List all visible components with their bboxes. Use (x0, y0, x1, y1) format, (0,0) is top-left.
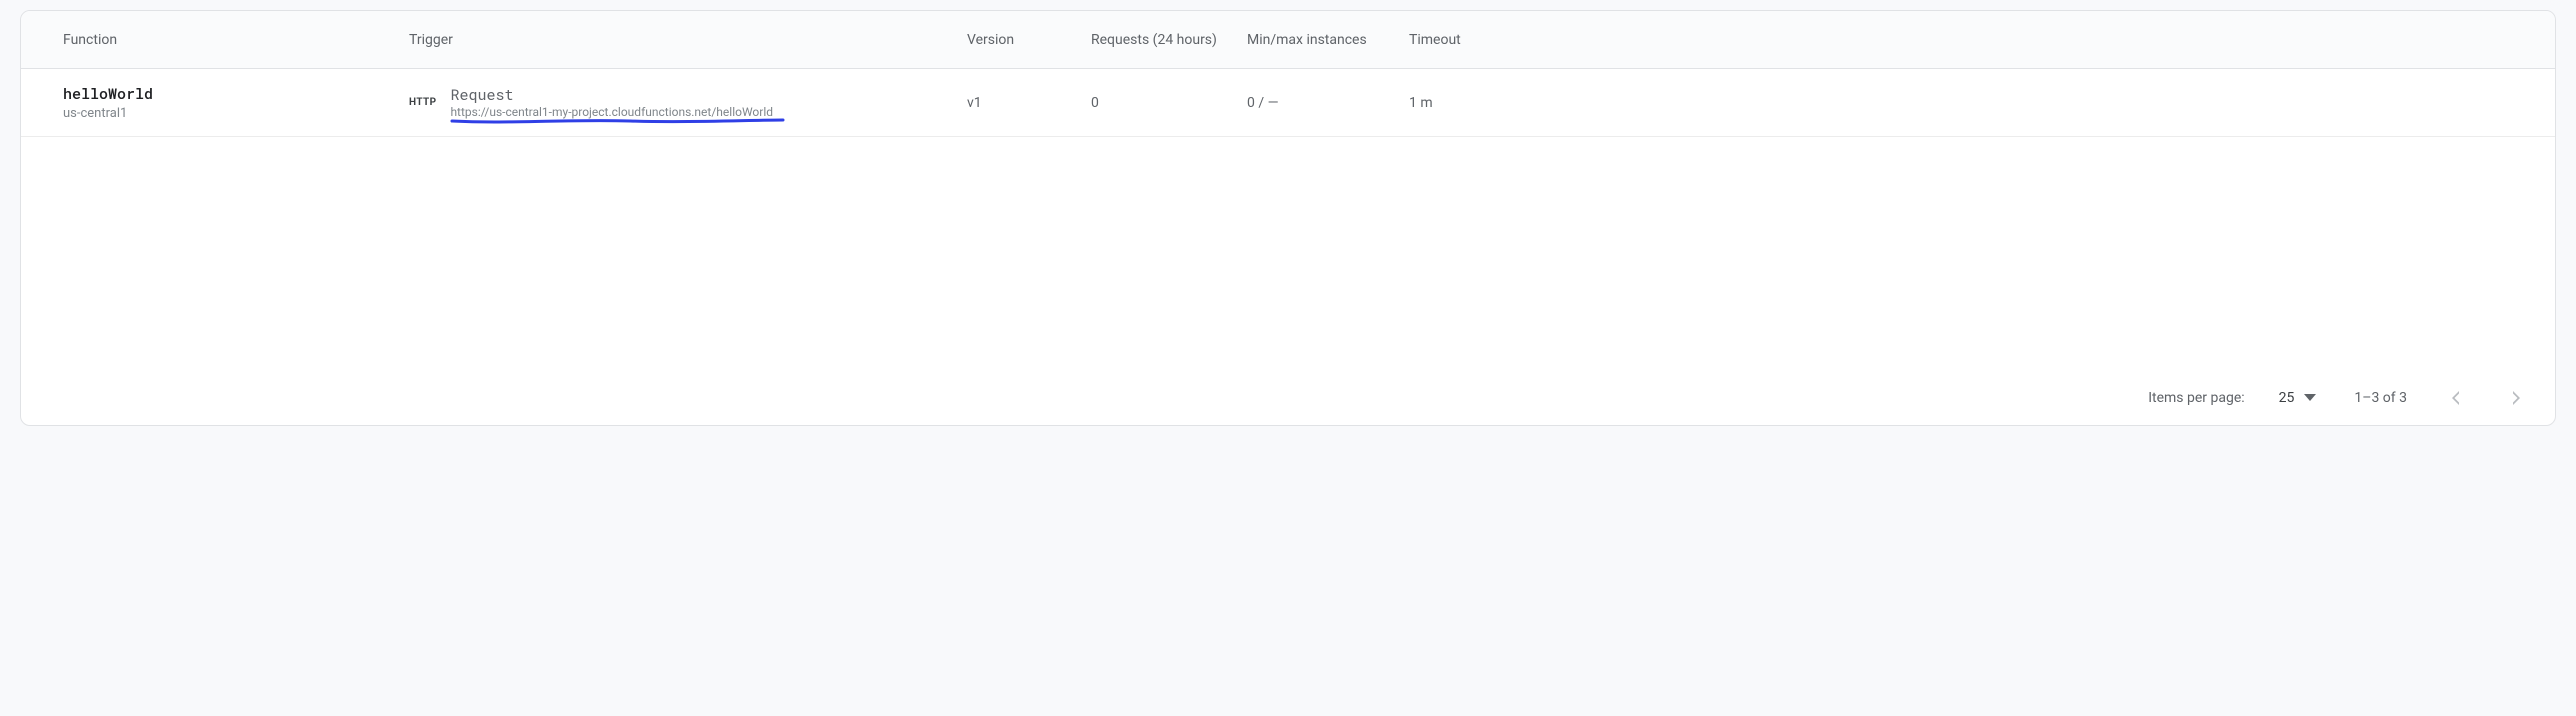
table-spacer (21, 137, 2555, 369)
functions-table-panel: Function Trigger Version Requests (24 ho… (20, 10, 2556, 426)
header-timeout[interactable]: Timeout (1409, 32, 2535, 48)
trigger-text: Request https://us-central1-my-project.c… (450, 86, 773, 119)
header-requests[interactable]: Requests (24 hours) (1091, 32, 1247, 48)
header-trigger[interactable]: Trigger (409, 32, 967, 48)
items-per-page-group: Items per page: 25 (2148, 390, 2316, 406)
nav-arrows (2445, 388, 2527, 408)
requests-cell: 0 (1091, 95, 1247, 111)
items-per-page-label: Items per page: (2148, 390, 2244, 406)
function-cell: helloWorld us-central1 (63, 84, 409, 121)
http-badge-icon: HTTP (409, 97, 436, 108)
timeout-cell: 1 m (1409, 95, 2535, 111)
trigger-cell: HTTP Request https://us-central1-my-proj… (409, 86, 967, 119)
page-size-value: 25 (2279, 390, 2295, 406)
version-cell: v1 (967, 95, 1091, 111)
header-version[interactable]: Version (967, 32, 1091, 48)
function-name[interactable]: helloWorld (63, 84, 409, 104)
range-label: 1–3 of 3 (2354, 390, 2407, 406)
table-header-row: Function Trigger Version Requests (24 ho… (21, 11, 2555, 69)
paginator: Items per page: 25 1–3 of 3 (21, 369, 2555, 425)
trigger-url[interactable]: https://us-central1-my-project.cloudfunc… (450, 105, 773, 119)
dropdown-caret-icon (2304, 394, 2316, 402)
minmax-cell: 0 / — (1247, 95, 1409, 111)
table-row[interactable]: helloWorld us-central1 HTTP Request http… (21, 69, 2555, 137)
header-function[interactable]: Function (63, 32, 409, 48)
trigger-label: Request (450, 86, 773, 104)
prev-page-button[interactable] (2445, 388, 2465, 408)
header-minmax[interactable]: Min/max instances (1247, 32, 1409, 48)
page-size-select[interactable]: 25 (2279, 390, 2317, 406)
function-region: us-central1 (63, 106, 409, 121)
next-page-button[interactable] (2507, 388, 2527, 408)
